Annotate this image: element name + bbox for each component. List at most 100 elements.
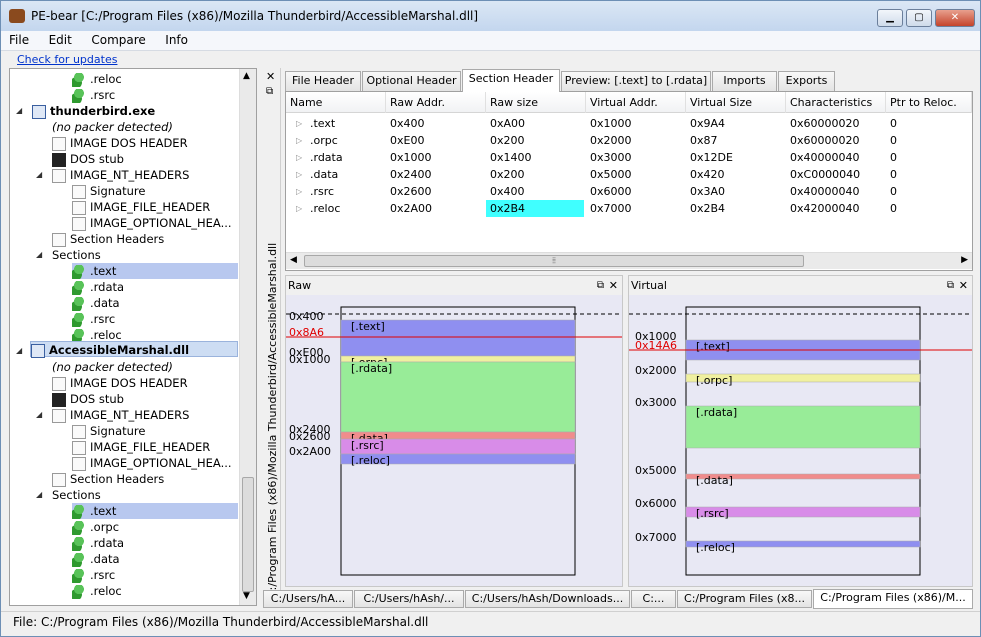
table-cell[interactable]: 0xA00 xyxy=(486,115,584,132)
table-cell[interactable]: .orpc xyxy=(306,132,386,149)
float-icon[interactable]: ⧉ xyxy=(597,276,604,295)
tree-item-rsrc[interactable]: .rsrc xyxy=(72,87,115,103)
file-tab-2[interactable]: C:/Users/hAsh/... xyxy=(354,590,464,608)
tab-optional-header[interactable]: Optional Header xyxy=(362,71,461,91)
collapse-arrow-icon[interactable]: ◢ xyxy=(16,106,22,115)
scroll-left-icon[interactable]: ◀ xyxy=(290,255,297,265)
table-cell[interactable]: 0x7000 xyxy=(586,200,684,217)
table-cell[interactable]: 0x2000 xyxy=(586,132,684,149)
table-cell[interactable]: .data xyxy=(306,166,386,183)
tree-item-nt-headers[interactable]: IMAGE_NT_HEADERS xyxy=(52,407,189,423)
close-button[interactable]: ✕ xyxy=(935,9,975,27)
table-cell[interactable]: 0x12DE xyxy=(686,149,784,166)
collapse-arrow-icon[interactable]: ◢ xyxy=(36,490,42,499)
expand-row-icon[interactable]: ▷ xyxy=(292,200,302,217)
expand-row-icon[interactable]: ▷ xyxy=(292,149,302,166)
table-cell[interactable]: 0x1000 xyxy=(586,115,684,132)
tree-section-text[interactable]: .text xyxy=(72,503,238,519)
col-virtual-size[interactable]: Virtual Size xyxy=(686,92,786,113)
table-cell[interactable]: 0x60000020 xyxy=(786,115,884,132)
float-icon[interactable]: ⧉ xyxy=(947,276,954,295)
tab-exports[interactable]: Exports xyxy=(778,71,835,91)
menu-file[interactable]: File xyxy=(1,31,37,49)
menu-compare[interactable]: Compare xyxy=(83,31,153,49)
table-hscrollbar[interactable]: ◀ ⦙⦙ ▶ xyxy=(286,252,972,269)
table-cell[interactable]: 0x3000 xyxy=(586,149,684,166)
table-cell[interactable]: 0 xyxy=(886,183,970,200)
restore-icon[interactable]: ⧉ xyxy=(266,86,273,97)
file-tab-1[interactable]: C:/Users/hA... xyxy=(263,590,353,608)
tree-section-rsrc[interactable]: .rsrc xyxy=(72,567,115,583)
tree-section-reloc[interactable]: .reloc xyxy=(72,583,122,599)
col-characteristics[interactable]: Characteristics xyxy=(786,92,886,113)
tree-item-reloc[interactable]: .reloc xyxy=(72,71,122,87)
table-cell[interactable]: 0x400 xyxy=(486,183,584,200)
expand-row-icon[interactable]: ▷ xyxy=(292,183,302,200)
close-file-icon[interactable]: ✕ xyxy=(266,70,275,83)
table-cell[interactable]: 0x200 xyxy=(486,132,584,149)
tree-item-file-header[interactable]: IMAGE_FILE_HEADER xyxy=(72,439,210,455)
table-hscroll-thumb[interactable]: ⦙⦙ xyxy=(304,255,804,267)
tree-item-dos-header[interactable]: IMAGE DOS HEADER xyxy=(52,135,188,151)
table-cell[interactable]: .reloc xyxy=(306,200,386,217)
tree-item-dos-stub[interactable]: DOS stub xyxy=(52,151,124,167)
file-tab-4[interactable]: C:... xyxy=(631,590,676,608)
collapse-arrow-icon[interactable]: ◢ xyxy=(36,410,42,419)
table-cell[interactable]: 0 xyxy=(886,132,970,149)
tree-section-rdata[interactable]: .rdata xyxy=(72,279,124,295)
tree-item-section-headers[interactable]: Section Headers xyxy=(52,471,164,487)
table-cell[interactable]: 0x40000040 xyxy=(786,183,884,200)
col-virtual-addr[interactable]: Virtual Addr. xyxy=(586,92,686,113)
table-cell[interactable]: 0 xyxy=(886,200,970,217)
table-cell[interactable]: 0x2400 xyxy=(386,166,484,183)
table-cell[interactable]: 0x2600 xyxy=(386,183,484,200)
tree-section-data[interactable]: .data xyxy=(72,551,120,567)
table-cell[interactable]: 0x2A00 xyxy=(386,200,484,217)
check-updates-link[interactable]: Check for updates xyxy=(17,53,117,66)
table-cell[interactable]: 0x2B4 xyxy=(486,200,584,217)
expand-row-icon[interactable]: ▷ xyxy=(292,132,302,149)
table-cell[interactable]: 0x40000040 xyxy=(786,149,884,166)
file-tab-5[interactable]: C:/Program Files (x8... xyxy=(677,590,812,608)
menu-edit[interactable]: Edit xyxy=(41,31,80,49)
tree-scrollbar[interactable]: ▲ ▼ xyxy=(239,69,256,605)
tree-item-signature[interactable]: Signature xyxy=(72,423,145,439)
expand-row-icon[interactable]: ▷ xyxy=(292,115,302,132)
collapse-arrow-icon[interactable]: ◢ xyxy=(16,346,22,355)
tree-item-optional-header[interactable]: IMAGE_OPTIONAL_HEA... xyxy=(72,215,232,231)
table-cell[interactable]: 0x420 xyxy=(686,166,784,183)
table-cell[interactable]: 0x42000040 xyxy=(786,200,884,217)
table-cell[interactable]: 0xE00 xyxy=(386,132,484,149)
table-cell[interactable]: 0x6000 xyxy=(586,183,684,200)
table-cell[interactable]: 0 xyxy=(886,166,970,183)
tree-item-dos-header[interactable]: IMAGE DOS HEADER xyxy=(52,375,188,391)
tree-file-thunderbird[interactable]: thunderbird.exe xyxy=(32,103,155,119)
table-cell[interactable]: 0x9A4 xyxy=(686,115,784,132)
tree-item-nt-headers[interactable]: IMAGE_NT_HEADERS xyxy=(52,167,189,183)
table-cell[interactable]: 0x400 xyxy=(386,115,484,132)
tree-item-section-headers[interactable]: Section Headers xyxy=(52,231,164,247)
file-tab-6[interactable]: C:/Program Files (x86)/M... xyxy=(813,589,973,609)
tree-section-rsrc[interactable]: .rsrc xyxy=(72,311,115,327)
file-tab-3[interactable]: C:/Users/hAsh/Downloads... xyxy=(465,590,630,608)
tab-file-header[interactable]: File Header xyxy=(285,71,361,91)
tree-item-sections[interactable]: Sections xyxy=(52,247,101,263)
scroll-right-icon[interactable]: ▶ xyxy=(961,255,968,265)
tree-section-rdata[interactable]: .rdata xyxy=(72,535,124,551)
expand-row-icon[interactable]: ▷ xyxy=(292,166,302,183)
table-cell[interactable]: 0x5000 xyxy=(586,166,684,183)
tab-imports[interactable]: Imports xyxy=(712,71,777,91)
table-cell[interactable]: 0x3A0 xyxy=(686,183,784,200)
table-cell[interactable]: 0x60000020 xyxy=(786,132,884,149)
table-cell[interactable]: 0xC0000040 xyxy=(786,166,884,183)
tree-item-dos-stub[interactable]: DOS stub xyxy=(52,391,124,407)
tree-section-data[interactable]: .data xyxy=(72,295,120,311)
collapse-arrow-icon[interactable]: ◢ xyxy=(36,170,42,179)
menu-info[interactable]: Info xyxy=(157,31,196,49)
scroll-down-icon[interactable]: ▼ xyxy=(243,591,250,601)
col-name[interactable]: Name xyxy=(286,92,386,113)
table-cell[interactable]: 0 xyxy=(886,149,970,166)
col-raw-addr[interactable]: Raw Addr. xyxy=(386,92,486,113)
tree-item-signature[interactable]: Signature xyxy=(72,183,145,199)
table-cell[interactable]: 0x2B4 xyxy=(686,200,784,217)
